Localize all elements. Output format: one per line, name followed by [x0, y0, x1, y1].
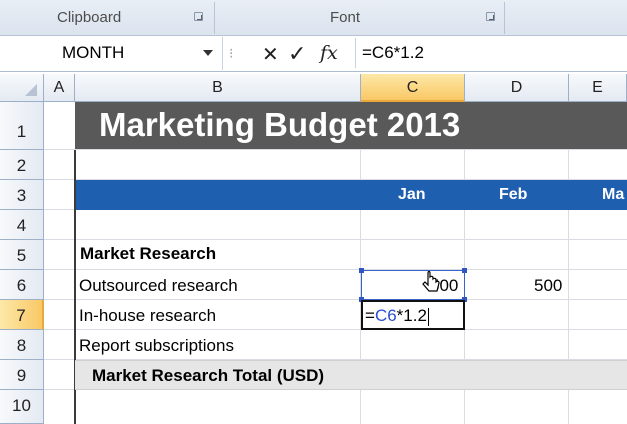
cell-b8-label[interactable]: Report subscriptions — [79, 336, 234, 356]
cell-editor-text: =C6*1.2 — [365, 306, 429, 326]
row-header-7[interactable]: 7 — [0, 300, 44, 330]
row-header-5[interactable]: 5 — [0, 240, 44, 270]
name-box-divider — [222, 37, 223, 70]
name-box[interactable]: MONTH — [0, 38, 222, 68]
row-header-1[interactable]: 1 — [0, 102, 44, 150]
referenced-cell-c6-highlight[interactable] — [359, 268, 467, 302]
group-separator — [214, 2, 215, 34]
month-mar-partial: Ma — [602, 186, 625, 203]
enter-icon[interactable]: ✓ — [288, 41, 306, 67]
active-cell-c7-editor[interactable]: =C6*1.2 — [361, 300, 465, 330]
total-row-band[interactable]: Market Research Total (USD) — [75, 360, 627, 390]
formula-bar: MONTH ⁝ ✕ ✓ fx =C6*1.2 — [0, 36, 627, 72]
select-all-button[interactable] — [0, 74, 44, 102]
formula-reference: C6 — [374, 306, 397, 325]
gridline — [44, 239, 627, 240]
row-header-2[interactable]: 2 — [0, 150, 44, 180]
group-separator — [504, 2, 505, 34]
formula-text: =C6*1.2 — [362, 43, 424, 62]
cell-b5-section[interactable]: Market Research — [80, 244, 216, 264]
dropdown-arrow-icon[interactable] — [203, 50, 213, 56]
month-jan: Jan — [398, 186, 426, 203]
gridline — [44, 299, 627, 300]
function-icon[interactable]: fx — [320, 42, 338, 68]
ribbon-group-bar: Clipboard Font — [0, 0, 627, 36]
cell-b6-label[interactable]: Outsourced research — [79, 276, 238, 296]
gridline — [44, 269, 627, 270]
column-header-b[interactable]: B — [75, 74, 361, 102]
cell-d6-value[interactable]: 500 — [534, 276, 562, 296]
row-header-9[interactable]: 9 — [0, 360, 44, 390]
dialog-launcher-icon[interactable] — [194, 12, 203, 21]
row-header-8[interactable]: 8 — [0, 330, 44, 360]
resize-handle[interactable] — [359, 268, 364, 273]
column-header-c[interactable]: C — [361, 74, 465, 102]
select-all-icon — [25, 84, 37, 96]
name-box-value: MONTH — [62, 43, 125, 62]
group-label-font: Font — [330, 9, 361, 26]
row-header-4[interactable]: 4 — [0, 210, 44, 240]
title-banner[interactable]: Marketing Budget 2013 — [75, 102, 627, 149]
cell-b7-label[interactable]: In-house research — [79, 306, 216, 326]
splitter-grip-icon[interactable]: ⁝ — [229, 45, 233, 62]
column-header-a[interactable]: A — [44, 74, 75, 102]
group-label-clipboard: Clipboard — [57, 9, 122, 26]
text-caret — [427, 307, 429, 326]
month-header-band[interactable]: Jan Feb Ma — [75, 180, 627, 210]
resize-handle[interactable] — [462, 268, 467, 273]
row-header-6[interactable]: 6 — [0, 270, 44, 300]
sheet-title: Marketing Budget 2013 — [99, 106, 461, 143]
cell-b9-total-label: Market Research Total (USD) — [92, 366, 325, 385]
formula-suffix: *1.2 — [396, 306, 427, 325]
column-header-e[interactable]: E — [569, 74, 627, 102]
row-header-10[interactable]: 10 — [0, 390, 44, 424]
formula-prefix: = — [365, 306, 375, 325]
move-cursor-icon — [422, 271, 440, 292]
dialog-launcher-icon[interactable] — [486, 12, 495, 21]
month-feb: Feb — [499, 186, 528, 203]
row-header-3[interactable]: 3 — [0, 180, 44, 210]
gridline — [44, 329, 627, 330]
gridline — [44, 149, 627, 150]
formula-input[interactable]: =C6*1.2 — [355, 38, 627, 68]
cancel-icon[interactable]: ✕ — [262, 42, 279, 68]
column-header-d[interactable]: D — [465, 74, 569, 102]
